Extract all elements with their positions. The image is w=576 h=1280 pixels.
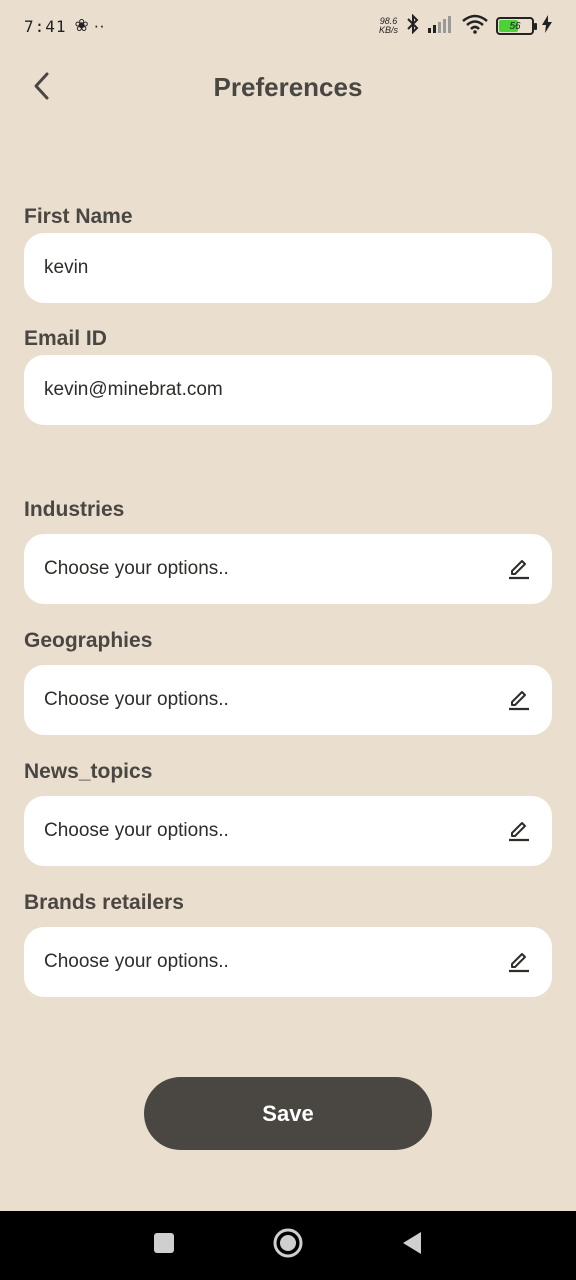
wifi-icon bbox=[462, 14, 488, 39]
geographies-label: Geographies bbox=[24, 629, 153, 652]
edit-icon[interactable] bbox=[506, 556, 532, 582]
geographies-select[interactable]: Choose your options.. bbox=[24, 665, 552, 735]
back-nav-button[interactable] bbox=[395, 1229, 429, 1263]
home-button[interactable] bbox=[271, 1227, 305, 1264]
square-icon bbox=[153, 1232, 175, 1259]
page-title: Preferences bbox=[213, 72, 363, 102]
industries-placeholder: Choose your options.. bbox=[44, 558, 229, 579]
email-label: Email ID bbox=[24, 327, 107, 350]
brands-retailers-label: Brands retailers bbox=[24, 891, 184, 914]
edit-icon[interactable] bbox=[506, 687, 532, 713]
notification-icons: ❀ ·· bbox=[74, 16, 105, 35]
signal-icon bbox=[428, 15, 454, 38]
save-button[interactable]: Save bbox=[144, 1077, 432, 1150]
industries-label: Industries bbox=[24, 498, 125, 521]
battery-level: 56 bbox=[509, 20, 521, 32]
edit-icon[interactable] bbox=[506, 818, 532, 844]
battery-icon: 56 bbox=[496, 17, 537, 35]
circle-icon bbox=[272, 1227, 304, 1264]
triangle-back-icon bbox=[400, 1230, 424, 1261]
brands-retailers-placeholder: Choose your options.. bbox=[44, 951, 229, 972]
system-nav-bar bbox=[0, 1211, 576, 1280]
recents-button[interactable] bbox=[147, 1229, 181, 1263]
email-field[interactable]: kevin@minebrat.com bbox=[24, 355, 552, 425]
charging-icon bbox=[542, 14, 552, 38]
industries-select[interactable]: Choose your options.. bbox=[24, 534, 552, 604]
status-bar: 7:41 ❀ ·· 98.6 KB/s 56 bbox=[0, 0, 576, 52]
preferences-screen: 7:41 ❀ ·· 98.6 KB/s 56 Preferences First… bbox=[0, 0, 576, 1280]
status-right: 98.6 KB/s 56 bbox=[379, 13, 552, 39]
network-speed-unit: KB/s bbox=[378, 25, 398, 35]
bluetooth-icon bbox=[406, 13, 420, 39]
status-left: 7:41 ❀ ·· bbox=[24, 16, 105, 36]
news-topics-select[interactable]: Choose your options.. bbox=[24, 796, 552, 866]
first-name-field[interactable]: kevin bbox=[24, 233, 552, 303]
news-topics-placeholder: Choose your options.. bbox=[44, 820, 229, 841]
geographies-placeholder: Choose your options.. bbox=[44, 689, 229, 710]
status-time: 7:41 bbox=[24, 16, 67, 36]
first-name-label: First Name bbox=[24, 205, 133, 228]
news-topics-label: News_topics bbox=[24, 760, 153, 783]
edit-icon[interactable] bbox=[506, 949, 532, 975]
brands-retailers-select[interactable]: Choose your options.. bbox=[24, 927, 552, 997]
network-speed: 98.6 KB/s bbox=[379, 17, 398, 35]
email-value: kevin@minebrat.com bbox=[44, 379, 223, 400]
first-name-value: kevin bbox=[44, 257, 89, 278]
